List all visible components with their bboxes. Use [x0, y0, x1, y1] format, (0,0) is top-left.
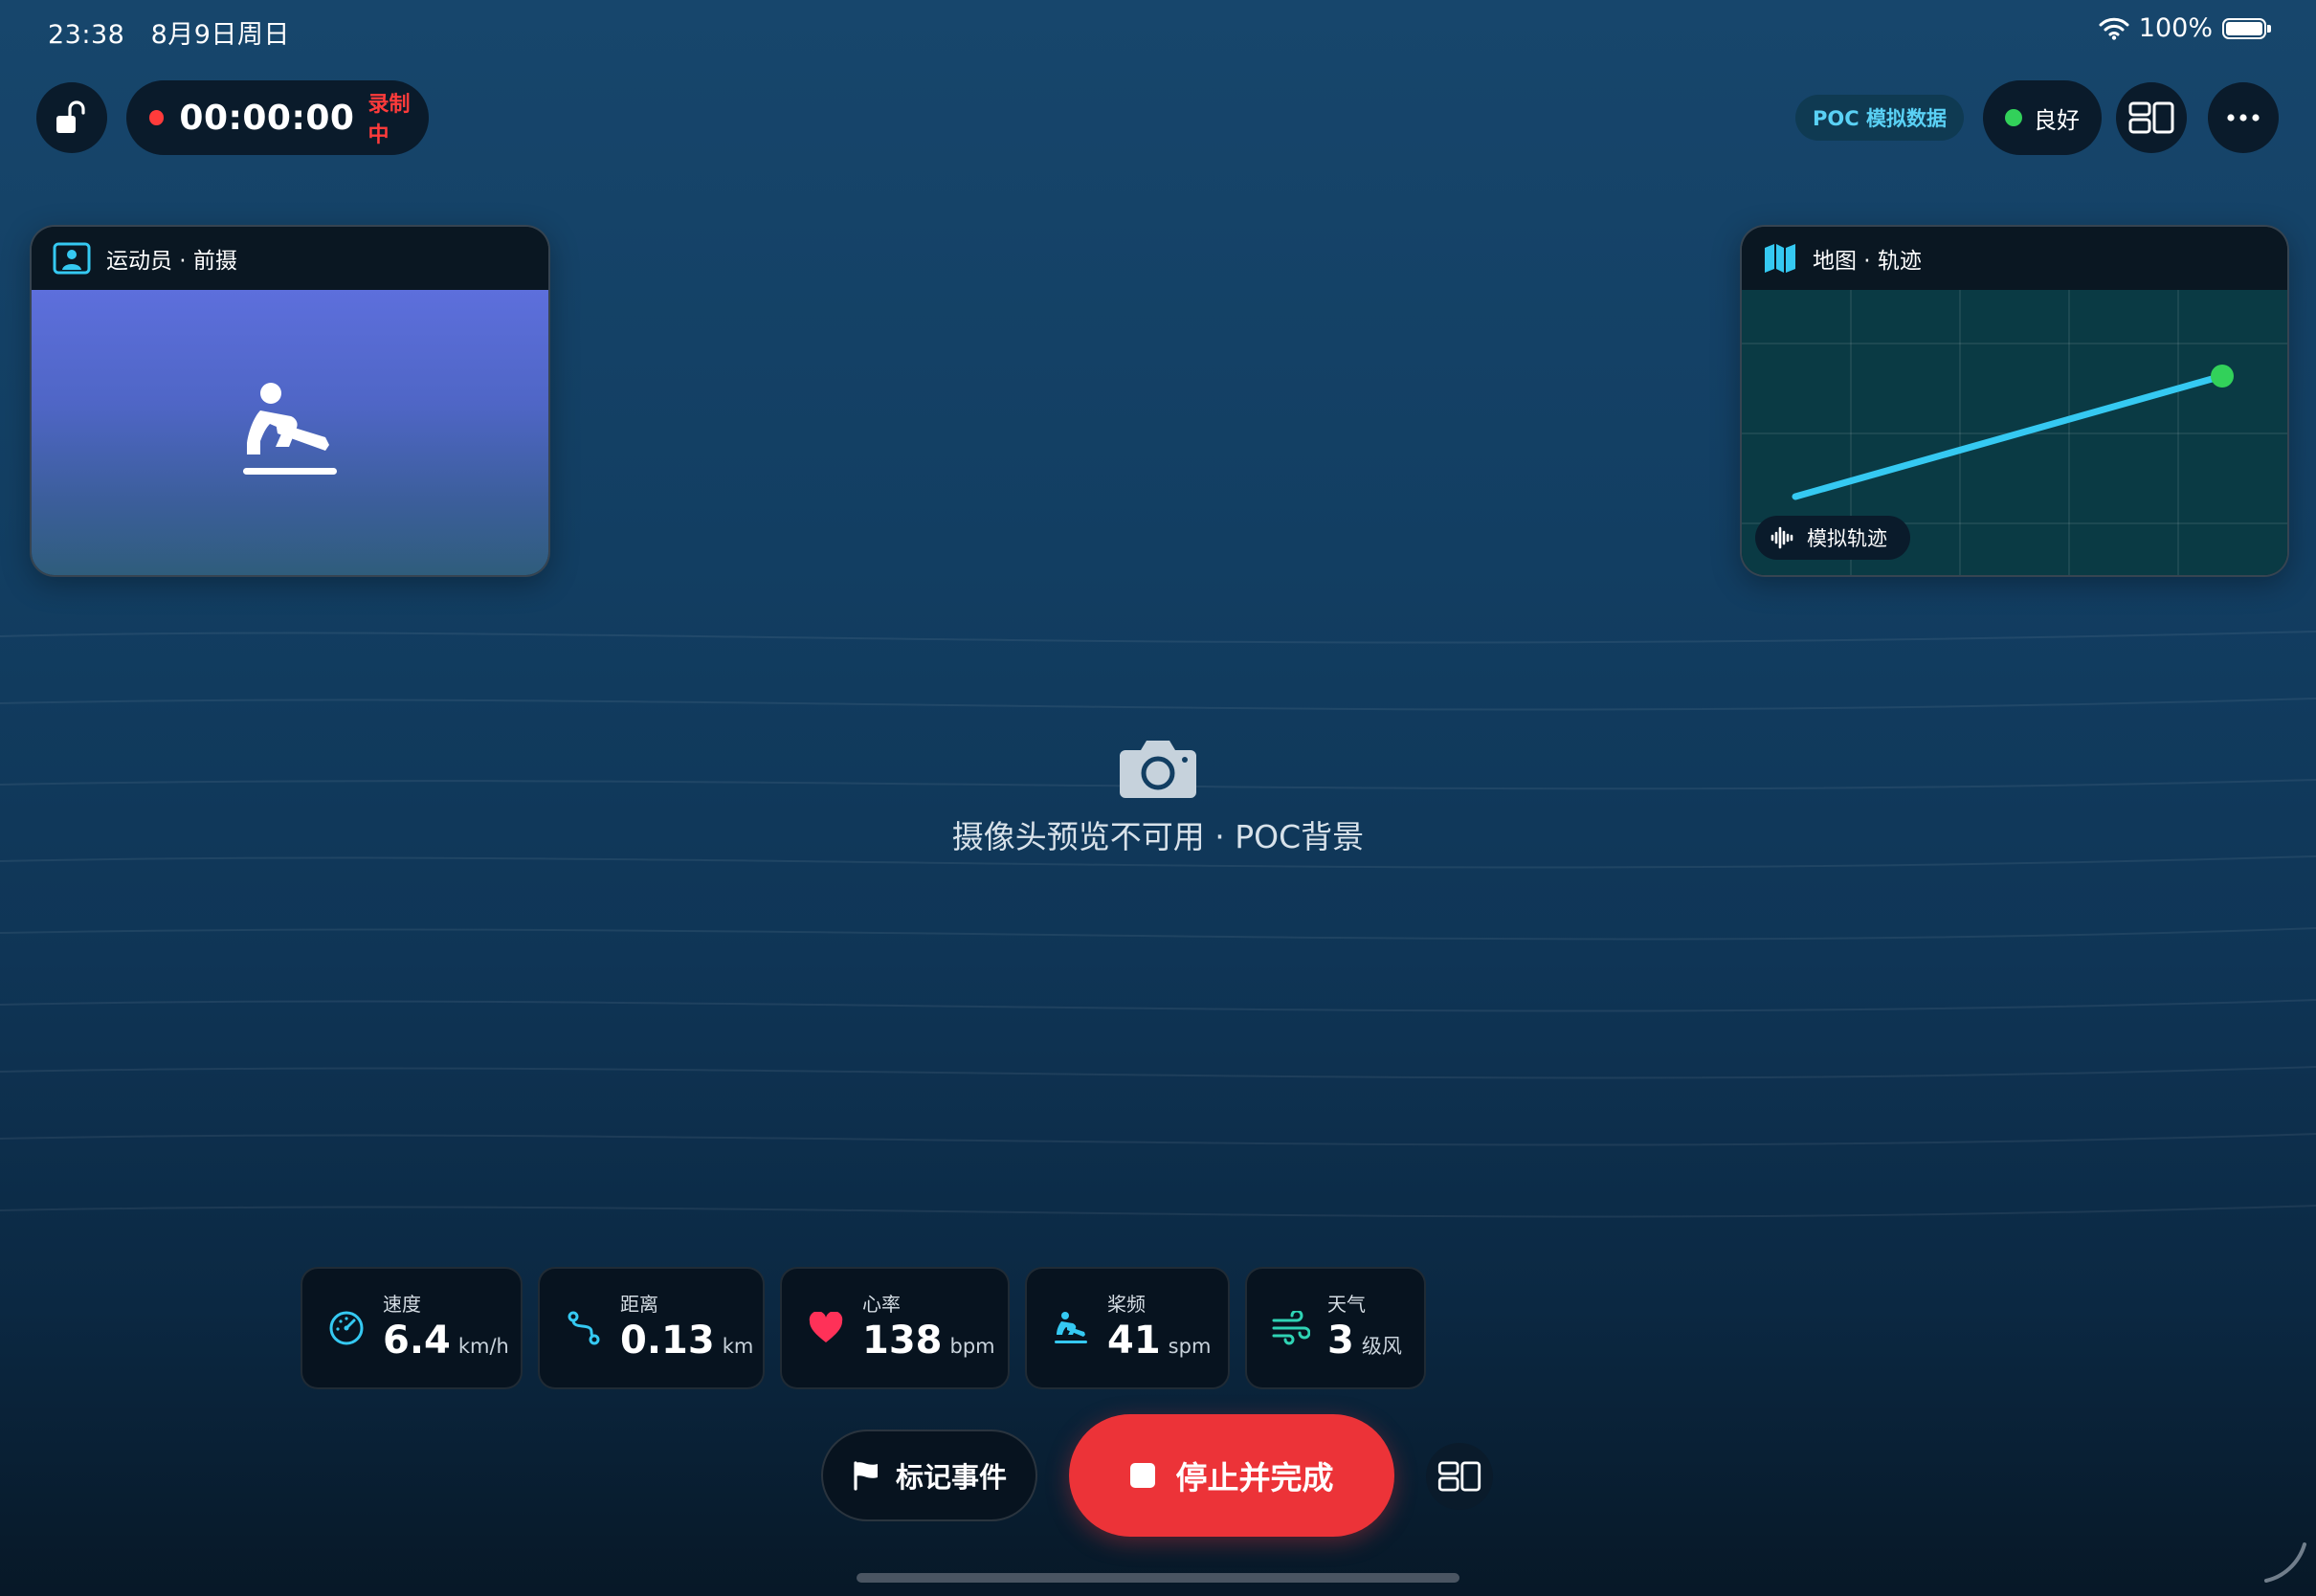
more-icon — [2227, 114, 2260, 122]
mark-event-label: 标记事件 — [895, 1461, 1007, 1494]
speedometer-icon — [329, 1311, 364, 1345]
current-position-marker — [2211, 365, 2234, 388]
simulated-track-chip: 模拟轨迹 — [1755, 516, 1910, 560]
home-indicator[interactable] — [857, 1573, 1459, 1583]
front-camera-icon — [53, 242, 91, 275]
athlete-card-header: 运动员 · 前摄 — [32, 227, 548, 290]
metric-unit: km — [722, 1334, 754, 1358]
signal-quality-indicator[interactable]: 良好 — [1983, 80, 2102, 155]
metric-unit: bpm — [949, 1334, 995, 1358]
more-button[interactable] — [2208, 82, 2279, 153]
wind-icon — [1272, 1311, 1310, 1345]
track-path — [1792, 372, 2226, 500]
unlock-icon — [56, 100, 85, 133]
status-date: 8月9日周日 — [150, 20, 290, 50]
recording-time: 00:00:00 — [179, 98, 355, 138]
recording-timer: 00:00:00 录制中 — [126, 80, 429, 155]
metric-heart-rate[interactable]: 心率 138 bpm — [780, 1267, 1010, 1389]
rowing-icon — [1055, 1312, 1087, 1343]
athlete-card-title: 运动员 · 前摄 — [106, 249, 237, 274]
athlete-camera-card[interactable]: 运动员 · 前摄 — [30, 225, 550, 577]
bottom-layout-button[interactable] — [1426, 1443, 1493, 1510]
battery-percent: 100% — [2138, 13, 2213, 43]
quality-label: 良好 — [2034, 106, 2080, 134]
map-view[interactable]: 模拟轨迹 — [1742, 290, 2287, 575]
metric-value: 138 — [862, 1318, 943, 1363]
camera-notice-text: 摄像头预览不可用 · POC背景 — [951, 818, 1365, 855]
layout-button[interactable] — [2116, 82, 2187, 153]
lock-button[interactable] — [36, 82, 107, 153]
map-card-header: 地图 · 轨迹 — [1742, 227, 2287, 290]
waveform-icon — [1770, 526, 1793, 549]
metric-value: 0.13 — [620, 1318, 715, 1363]
status-bar-datetime: 23:38 8月9日周日 — [48, 13, 290, 51]
metric-distance[interactable]: 距离 0.13 km — [538, 1267, 765, 1389]
camera-icon — [1120, 741, 1196, 798]
map-track-card[interactable]: 地图 · 轨迹 模拟轨迹 — [1740, 225, 2289, 577]
map-icon — [1765, 244, 1795, 273]
poc-data-badge: POC 模拟数据 — [1795, 95, 1964, 141]
metric-unit: km/h — [457, 1334, 509, 1358]
metric-unit: spm — [1168, 1334, 1212, 1358]
metric-label: 心率 — [862, 1292, 901, 1316]
metric-label: 天气 — [1327, 1292, 1366, 1316]
wifi-icon — [2099, 17, 2129, 40]
metric-speed[interactable]: 速度 6.4 km/h — [301, 1267, 523, 1389]
metric-label: 速度 — [383, 1292, 421, 1316]
metric-label: 距离 — [620, 1292, 658, 1316]
metric-value: 6.4 — [383, 1318, 451, 1363]
stop-icon — [1129, 1463, 1155, 1488]
metric-unit: 级风 — [1361, 1334, 1402, 1358]
status-time: 23:38 — [48, 20, 125, 50]
simulated-track-label: 模拟轨迹 — [1807, 527, 1887, 550]
recording-status: 录制中 — [367, 93, 411, 147]
quality-dot-icon — [2005, 109, 2022, 126]
metric-label: 桨频 — [1107, 1292, 1146, 1316]
metric-weather[interactable]: 天气 3 级风 — [1245, 1267, 1426, 1389]
heart-icon — [809, 1312, 843, 1342]
rower-icon — [243, 383, 337, 475]
metric-value: 3 — [1327, 1318, 1354, 1363]
stop-and-finish-button[interactable]: 停止并完成 — [1069, 1414, 1394, 1537]
stop-and-finish-label: 停止并完成 — [1175, 1459, 1334, 1496]
map-card-title: 地图 · 轨迹 — [1813, 249, 1922, 274]
layout-icon — [1437, 1461, 1481, 1492]
camera-unavailable-notice: 摄像头预览不可用 · POC背景 — [0, 737, 2316, 857]
recording-dot-icon — [149, 110, 165, 125]
layout-icon — [2128, 101, 2174, 134]
corner-arc-icon — [2264, 1542, 2306, 1583]
battery-icon — [2222, 17, 2271, 39]
metric-value: 41 — [1107, 1318, 1161, 1363]
route-icon — [568, 1311, 600, 1345]
mark-event-button[interactable]: 标记事件 — [821, 1430, 1037, 1521]
flag-icon — [854, 1461, 878, 1491]
athlete-preview — [32, 290, 548, 575]
status-bar-right: 100% — [2099, 13, 2271, 43]
metric-stroke-rate[interactable]: 桨频 41 spm — [1025, 1267, 1230, 1389]
